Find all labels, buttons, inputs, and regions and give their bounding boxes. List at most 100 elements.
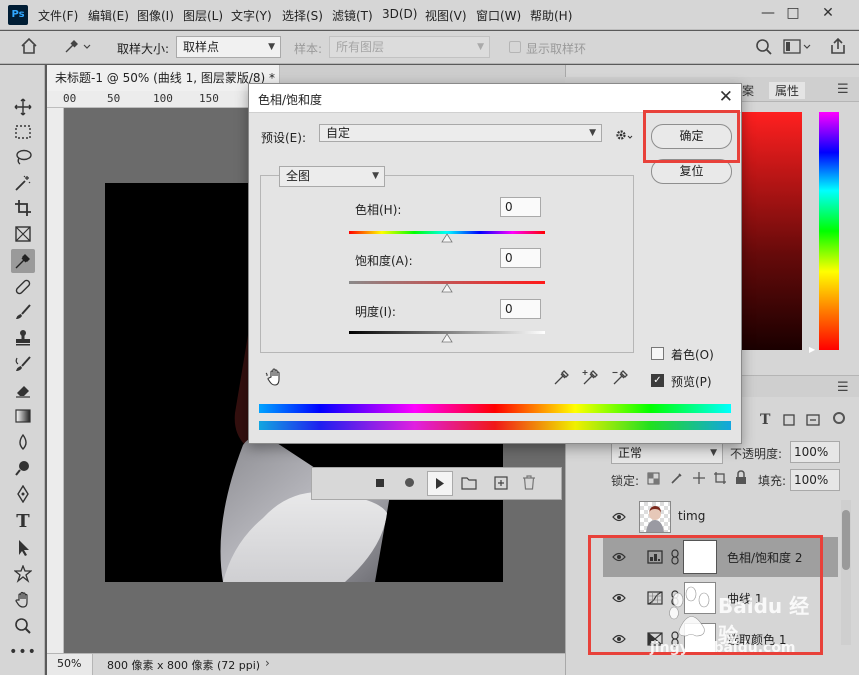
colorize-checkbox[interactable]: [651, 347, 664, 360]
panel-menu-icon[interactable]: ☰: [837, 82, 849, 97]
chevron-right-icon[interactable]: ›: [265, 656, 270, 670]
shape-filter-icon[interactable]: [782, 413, 796, 430]
color-picker-field[interactable]: [739, 112, 802, 350]
type-tool-icon[interactable]: T: [11, 509, 35, 533]
search-icon[interactable]: [755, 38, 773, 59]
lock-image-icon[interactable]: [670, 471, 684, 488]
menu-type[interactable]: 文字(Y): [231, 7, 272, 24]
layer-row-timg[interactable]: timg: [603, 497, 838, 537]
more-tools-icon[interactable]: •••: [9, 640, 36, 664]
play-button[interactable]: [427, 471, 453, 496]
input-spectrum-bar: [259, 404, 731, 413]
opacity-value: 100%: [794, 445, 829, 459]
gradient-tool-icon[interactable]: [11, 404, 35, 428]
dialog-titlebar[interactable]: 色相/饱和度 ✕: [249, 84, 741, 113]
eraser-tool-icon[interactable]: [11, 378, 35, 402]
sample-size-select[interactable]: 取样点 ▼: [176, 36, 281, 58]
menu-image[interactable]: 图像(I): [137, 7, 174, 24]
home-icon[interactable]: [20, 37, 38, 58]
zoom-level[interactable]: 50%: [47, 654, 93, 675]
target-adjust-hand-icon[interactable]: [265, 367, 285, 390]
menu-file[interactable]: 文件(F): [38, 7, 78, 24]
menu-layer[interactable]: 图层(L): [183, 7, 223, 24]
saturation-input[interactable]: 0: [500, 248, 541, 268]
menu-window[interactable]: 窗口(W): [476, 7, 521, 24]
lasso-tool-icon[interactable]: [11, 145, 35, 169]
hue-input[interactable]: 0: [500, 197, 541, 217]
scrollbar-thumb[interactable]: [842, 510, 850, 570]
brush-tool-icon[interactable]: [11, 300, 35, 324]
gear-icon[interactable]: [615, 128, 633, 145]
marquee-tool-icon[interactable]: [11, 120, 35, 144]
lock-all-icon[interactable]: [735, 470, 747, 488]
hue-slider-handle[interactable]: ▶: [809, 345, 815, 354]
dodge-tool-icon[interactable]: [11, 456, 35, 480]
trash-icon[interactable]: [522, 475, 536, 493]
blur-tool-icon[interactable]: [11, 430, 35, 454]
fill-input[interactable]: 100%: [790, 469, 840, 491]
eyedropper-plus-icon[interactable]: [582, 368, 600, 389]
menu-help[interactable]: 帮助(H): [530, 7, 572, 24]
menu-edit[interactable]: 编辑(E): [88, 7, 129, 24]
hue-slider-thumb[interactable]: [441, 233, 453, 243]
maximize-icon[interactable]: □: [782, 3, 804, 23]
close-icon[interactable]: ✕: [719, 87, 733, 107]
saturation-slider-thumb[interactable]: [441, 283, 453, 293]
close-icon[interactable]: ✕: [817, 3, 839, 23]
eyedropper-icon[interactable]: [553, 368, 571, 389]
tab-properties[interactable]: 属性: [769, 82, 806, 99]
ruler-mark: 00: [63, 92, 77, 105]
hue-slider[interactable]: [819, 112, 839, 350]
history-brush-tool-icon[interactable]: [11, 352, 35, 376]
move-tool-icon[interactable]: [11, 95, 35, 119]
menu-filter[interactable]: 滤镜(T): [332, 7, 373, 24]
ruler-mark: 150: [199, 92, 219, 105]
path-selection-tool-icon[interactable]: [11, 536, 35, 560]
panel-menu-icon[interactable]: ☰: [837, 380, 849, 395]
lightness-slider-thumb[interactable]: [441, 333, 453, 343]
share-icon[interactable]: [829, 37, 847, 58]
lock-transparent-icon[interactable]: [647, 472, 660, 488]
stop-icon[interactable]: [376, 479, 384, 487]
lock-position-icon[interactable]: [692, 471, 706, 488]
hand-tool-icon[interactable]: [11, 588, 35, 612]
zoom-tool-icon[interactable]: [11, 614, 35, 638]
smart-object-filter-icon[interactable]: [806, 413, 820, 430]
type-filter-icon[interactable]: T: [760, 412, 770, 428]
eyedropper-tool-icon[interactable]: [11, 249, 35, 273]
lightness-input[interactable]: 0: [500, 299, 541, 319]
actions-panel-fragment: [311, 467, 562, 500]
menu-3d[interactable]: 3D(D): [382, 7, 417, 21]
magic-wand-tool-icon[interactable]: [11, 171, 35, 195]
filter-toggle-icon[interactable]: [833, 412, 845, 424]
menu-select[interactable]: 选择(S): [282, 7, 323, 24]
blend-mode-select[interactable]: 正常 ▼: [611, 442, 723, 464]
preview-checkbox[interactable]: ✓: [651, 374, 664, 387]
new-action-icon[interactable]: [494, 476, 508, 493]
document-tab[interactable]: 未标题-1 @ 50% (曲线 1, 图层蒙版/8) *: [47, 65, 280, 91]
folder-icon[interactable]: [461, 476, 477, 493]
show-ring-checkbox[interactable]: [509, 41, 521, 53]
preset-select[interactable]: 自定 ▼: [319, 124, 602, 142]
record-icon[interactable]: [405, 478, 414, 487]
workspace-icon[interactable]: [783, 39, 811, 58]
crop-tool-icon[interactable]: [11, 196, 35, 220]
minimize-icon[interactable]: —: [757, 3, 779, 23]
stamp-tool-icon[interactable]: [11, 326, 35, 350]
healing-brush-tool-icon[interactable]: [11, 275, 35, 299]
tab-swatches[interactable]: 案: [742, 82, 754, 99]
channel-select[interactable]: 全图 ▼: [279, 166, 385, 187]
shape-tool-icon[interactable]: [11, 562, 35, 586]
layer-thumbnail: [639, 501, 671, 533]
document-tab-title: 未标题-1 @ 50% (曲线 1, 图层蒙版/8) *: [55, 71, 276, 85]
eye-icon[interactable]: [612, 511, 626, 522]
layers-scrollbar[interactable]: [841, 500, 851, 645]
lock-artboard-icon[interactable]: [713, 471, 727, 488]
menu-view[interactable]: 视图(V): [425, 7, 467, 24]
eyedropper-preset-icon[interactable]: [62, 37, 92, 58]
sample-select[interactable]: 所有图层 ▼: [329, 36, 490, 58]
pen-tool-icon[interactable]: [11, 482, 35, 506]
eyedropper-minus-icon[interactable]: [612, 368, 630, 389]
opacity-input[interactable]: 100%: [790, 441, 840, 463]
frame-tool-icon[interactable]: [11, 222, 35, 246]
